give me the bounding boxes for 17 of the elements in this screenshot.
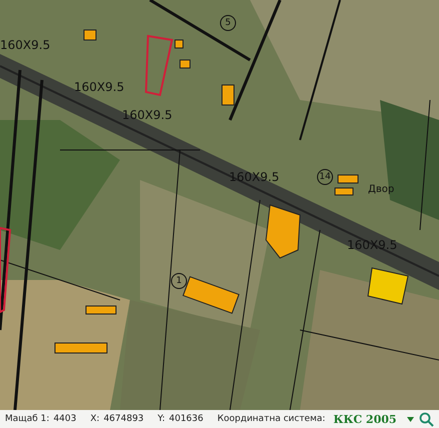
scale-value: 4403	[53, 414, 76, 424]
crs-dropdown[interactable]: ККС 2005	[329, 412, 414, 426]
y-value: 401636	[169, 414, 204, 424]
road-label: 160X9.5	[229, 170, 280, 184]
scale-label: Мащаб 1:	[5, 414, 50, 424]
road-label: 160X9.5	[122, 108, 172, 122]
road-label: 160X9.5	[347, 238, 398, 252]
y-label: Y:	[158, 414, 165, 424]
road-label: 160X9.5	[0, 38, 50, 52]
crs-label: Координатна система:	[217, 414, 326, 424]
parcel-number: 1	[171, 273, 187, 289]
x-value: 4674893	[104, 414, 144, 424]
parcel-number: 5	[220, 15, 236, 31]
place-label: Двор	[368, 184, 394, 195]
road-label: 160X9.5	[74, 80, 124, 94]
parcel-number: 14	[317, 169, 333, 185]
x-label: X:	[90, 414, 100, 424]
